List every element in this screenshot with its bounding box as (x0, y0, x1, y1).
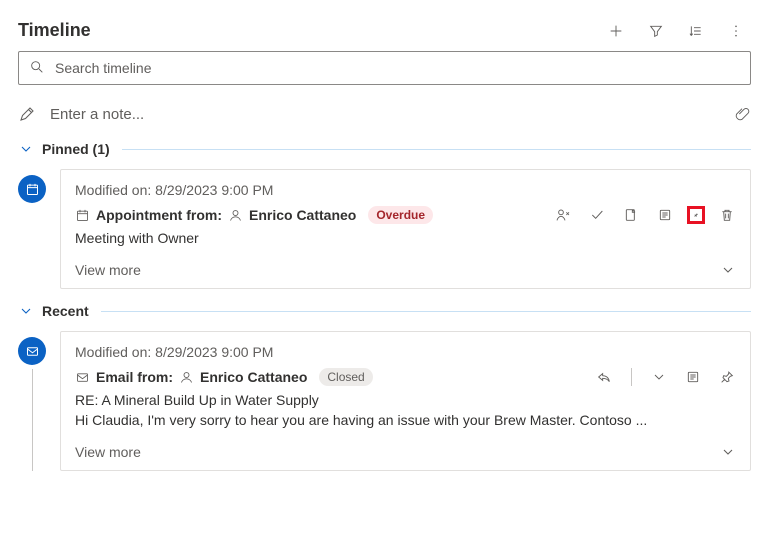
email-type-icon (18, 337, 46, 365)
person-icon (179, 370, 194, 385)
filter-icon[interactable] (647, 22, 665, 40)
chevron-down-icon[interactable] (720, 444, 736, 460)
delete-icon[interactable] (718, 206, 736, 224)
thread-line (32, 369, 33, 471)
card-title-row: Email from: Enrico Cattaneo Closed (75, 368, 736, 386)
modified-label: Modified on: 8/29/2023 9:00 PM (75, 344, 736, 360)
card-preview: Hi Claudia, I'm very sorry to hear you a… (75, 412, 736, 428)
panel-title: Timeline (18, 20, 607, 41)
card-actions (554, 206, 736, 224)
status-badge-overdue: Overdue (368, 206, 433, 224)
more-icon[interactable] (727, 22, 745, 40)
sort-icon[interactable] (687, 22, 705, 40)
search-input[interactable] (53, 59, 740, 77)
recent-card: Modified on: 8/29/2023 9:00 PM Email fro… (60, 331, 751, 471)
recent-title: Recent (42, 303, 89, 319)
close-activity-icon[interactable] (588, 206, 606, 224)
recent-header[interactable]: Recent (18, 303, 751, 319)
chevron-down-icon (18, 141, 34, 157)
chevron-down-icon (18, 303, 34, 319)
add-to-queue-icon[interactable] (656, 206, 674, 224)
timeline-header: Timeline (18, 20, 751, 41)
add-icon[interactable] (607, 22, 625, 40)
card-subject: Meeting with Owner (75, 230, 736, 246)
pinned-card-row: Modified on: 8/29/2023 9:00 PM Appointme… (18, 169, 751, 289)
view-more-row: View more (75, 262, 736, 278)
calendar-icon (75, 208, 90, 223)
card-subject: RE: A Mineral Build Up in Water Supply (75, 392, 736, 408)
view-more-row: View more (75, 444, 736, 460)
pinned-title: Pinned (1) (42, 141, 110, 157)
view-more-link[interactable]: View more (75, 262, 141, 278)
note-placeholder[interactable]: Enter a note... (50, 106, 719, 123)
pencil-icon (18, 105, 36, 123)
search-icon (29, 59, 45, 78)
pin-icon[interactable] (687, 206, 705, 224)
person-icon (228, 208, 243, 223)
type-label: Email from: (96, 369, 173, 385)
appointment-type-icon (18, 175, 46, 203)
section-divider (122, 149, 751, 150)
attachment-icon[interactable] (733, 105, 751, 123)
pinned-section: Pinned (1) Modified on: 8/29/2023 9:00 P… (18, 141, 751, 289)
chevron-down-icon[interactable] (720, 262, 736, 278)
separator (631, 368, 632, 386)
person-name: Enrico Cattaneo (200, 369, 307, 385)
note-row[interactable]: Enter a note... (18, 105, 751, 123)
assign-icon[interactable] (554, 206, 572, 224)
status-badge-closed: Closed (319, 368, 372, 386)
email-icon (75, 370, 90, 385)
view-more-link[interactable]: View more (75, 444, 141, 460)
person-name: Enrico Cattaneo (249, 207, 356, 223)
pinned-header[interactable]: Pinned (1) (18, 141, 751, 157)
add-to-queue-icon[interactable] (684, 368, 702, 386)
card-title-row: Appointment from: Enrico Cattaneo Overdu… (75, 206, 736, 224)
open-record-icon[interactable] (622, 206, 640, 224)
header-actions (607, 22, 751, 40)
type-label: Appointment from: (96, 207, 222, 223)
search-box[interactable] (18, 51, 751, 85)
modified-label: Modified on: 8/29/2023 9:00 PM (75, 182, 736, 198)
pinned-card: Modified on: 8/29/2023 9:00 PM Appointme… (60, 169, 751, 289)
card-actions (595, 368, 736, 386)
reply-icon[interactable] (595, 368, 613, 386)
section-divider (101, 311, 751, 312)
recent-card-row: Modified on: 8/29/2023 9:00 PM Email fro… (18, 331, 751, 471)
recent-section: Recent Modified on: 8/29/2023 9:00 PM Em… (18, 303, 751, 471)
reply-menu-icon[interactable] (650, 368, 668, 386)
pin-icon[interactable] (718, 368, 736, 386)
timeline-panel: Timeline Enter a note... (0, 0, 769, 493)
